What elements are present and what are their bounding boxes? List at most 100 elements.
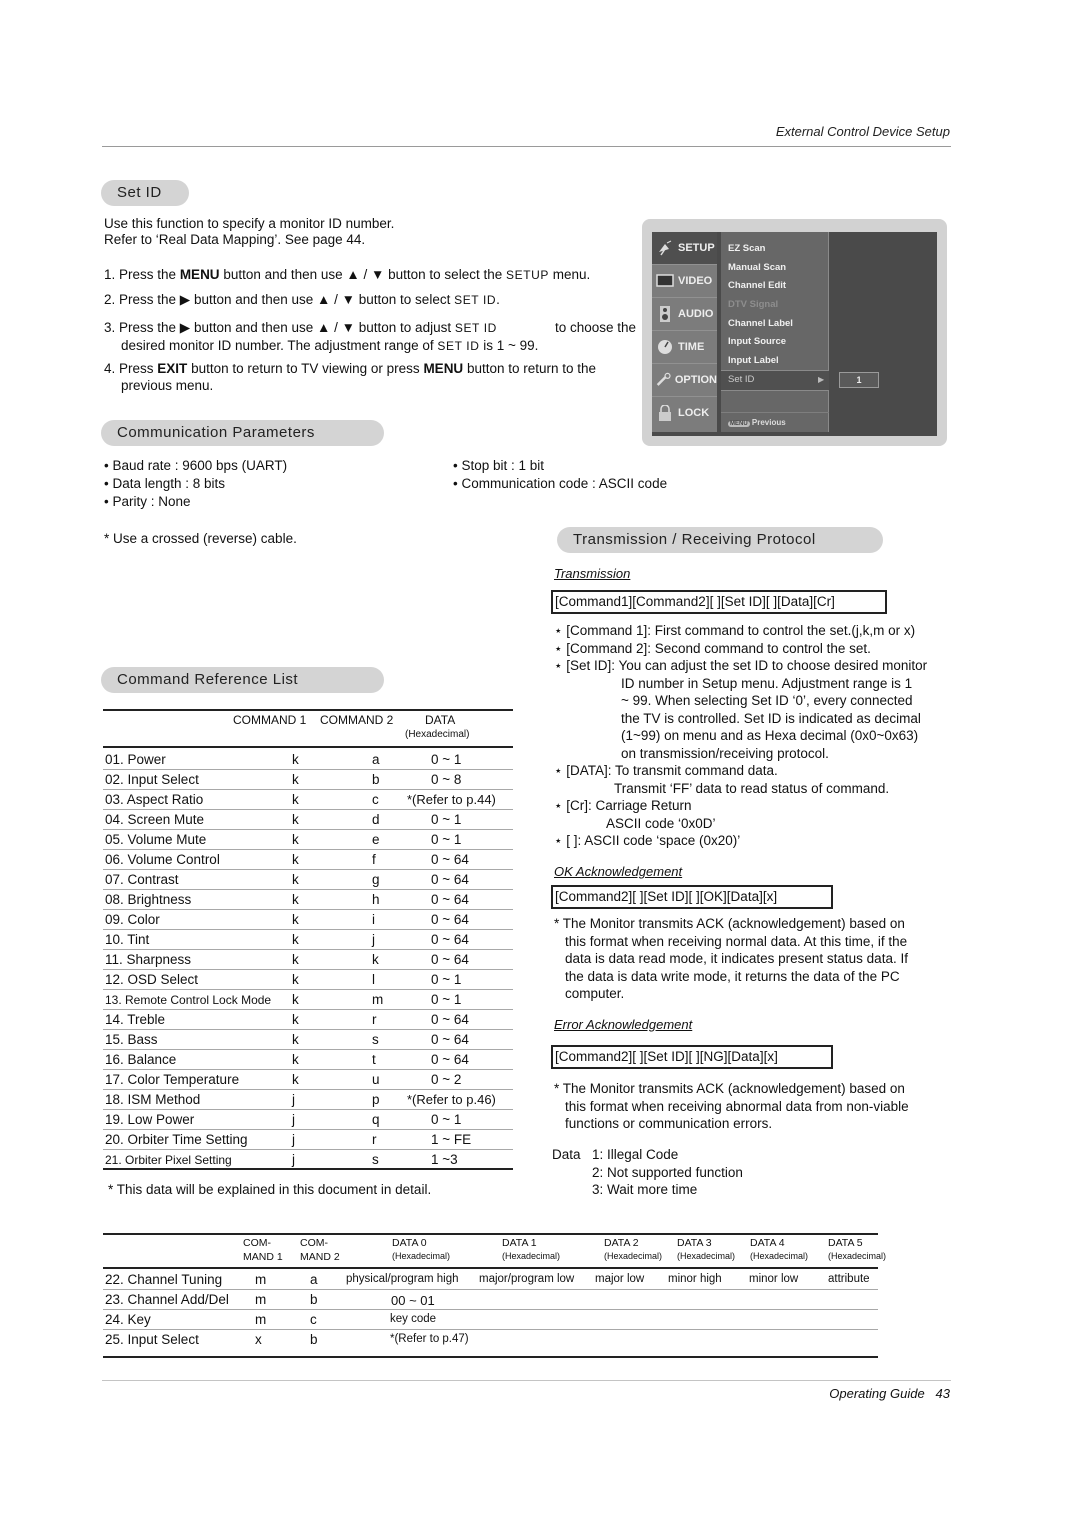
osd-tab-label: VIDEO bbox=[678, 275, 713, 287]
data-code-item: 1: Illegal Code bbox=[592, 1147, 679, 1162]
page-number: 43 bbox=[935, 1386, 950, 1401]
row-divider bbox=[103, 1289, 878, 1290]
exit-key-label: EXIT bbox=[157, 361, 188, 376]
row-divider bbox=[103, 1069, 513, 1070]
command1-value: k bbox=[292, 952, 299, 967]
ok-ack-format-box: [Command2][ ][Set ID][ ][OK][Data][x] bbox=[551, 885, 833, 909]
osd-tab-option: OPTION bbox=[652, 364, 717, 397]
function-name: 03. Aspect Ratio bbox=[105, 792, 204, 807]
step-number: 1. bbox=[104, 267, 116, 282]
note-text: To transmit command data. bbox=[614, 763, 778, 778]
data-code-item: 2: Not supported function bbox=[592, 1164, 743, 1180]
ext-function-name: 25. Input Select bbox=[105, 1332, 199, 1347]
param-stop-bit: • Stop bit : 1 bit bbox=[453, 458, 545, 473]
ok-ack-note: * The Monitor transmits ACK (acknowledge… bbox=[554, 915, 954, 1003]
command2-value: a bbox=[372, 752, 380, 767]
data-range: 0 ~ 2 bbox=[431, 1072, 462, 1087]
col-header-command1: COMMAND 1 bbox=[233, 713, 307, 727]
command2-value: q bbox=[372, 1112, 380, 1127]
note-line: ID number in Setup menu. Adjustment rang… bbox=[554, 675, 954, 693]
data-range: 0 ~ 1 bbox=[431, 832, 462, 847]
protocol-note: ⋆ [Set ID]: You can adjust the set ID to… bbox=[554, 657, 954, 762]
table-header-rule bbox=[103, 746, 513, 748]
step-text: Press the ▶ button and then use ▲ / ▼ bu… bbox=[119, 320, 455, 335]
param-data-length: • Data length : 8 bits bbox=[104, 476, 226, 491]
osd-item-channel-edit: Channel Edit bbox=[728, 280, 787, 291]
intro-line: Refer to ‘Real Data Mapping’. See page 4… bbox=[104, 232, 366, 247]
ext-cell-d0: key code bbox=[390, 1313, 437, 1325]
protocol-note: ⋆ [DATA]: To transmit command data. Trans… bbox=[554, 762, 954, 797]
command1-value: j bbox=[292, 1092, 295, 1107]
note-line: (1~99) on menu and as Hexa decimal (0x0~… bbox=[554, 727, 954, 745]
data-range: 0 ~ 8 bbox=[431, 772, 462, 787]
arrow-right-icon: ▶ bbox=[818, 375, 825, 384]
step-text: is 1 ~ 99. bbox=[479, 338, 539, 353]
note-line: functions or communication errors. bbox=[565, 1116, 773, 1131]
osd-item-channel-label: Channel Label bbox=[728, 318, 793, 329]
function-name: 21. Orbiter Pixel Setting bbox=[105, 1153, 232, 1167]
command2-value: i bbox=[372, 912, 375, 927]
comm-params-heading: Communication Parameters bbox=[101, 420, 384, 446]
data-range: 1 ~ FE bbox=[431, 1132, 472, 1147]
comm-params-left: • Baud rate : 9600 bps (UART) • Data len… bbox=[104, 457, 287, 511]
table-top-rule bbox=[103, 709, 513, 711]
row-divider bbox=[103, 1089, 513, 1090]
data-range: 0 ~ 64 bbox=[431, 932, 469, 947]
osd-item-manual-scan: Manual Scan bbox=[728, 262, 787, 273]
row-divider bbox=[103, 989, 513, 990]
function-name: 04. Screen Mute bbox=[105, 812, 205, 827]
step-text: button and then use ▲ / ▼ button to sele… bbox=[219, 267, 506, 282]
step-1: 1. Press the MENU button and then use ▲ … bbox=[104, 266, 590, 284]
ext-col-header: (Hexadecimal) bbox=[677, 1251, 736, 1261]
note-line: Transmit ‘FF’ data to read status of com… bbox=[554, 780, 954, 798]
command2-value: s bbox=[372, 1032, 379, 1047]
ext-col-header: COM- bbox=[243, 1237, 271, 1249]
data-range: 0 ~ 1 bbox=[431, 972, 462, 987]
step-3: 3. Press the ▶ button and then use ▲ / ▼… bbox=[104, 319, 636, 355]
padlock-icon bbox=[659, 405, 671, 421]
command1-value: k bbox=[292, 1052, 299, 1067]
note-text: on transmission/receiving protocol. bbox=[621, 745, 829, 761]
osd-footer: MENU Previous bbox=[728, 418, 786, 427]
note-line: * The Monitor transmits ACK (acknowledge… bbox=[554, 916, 905, 931]
command2-value: r bbox=[372, 1132, 377, 1147]
data-range: *(Refer to p.46) bbox=[407, 1092, 496, 1107]
note-key: ⋆ [Cr]: bbox=[554, 798, 596, 813]
ext-cell-c1: x bbox=[255, 1332, 262, 1347]
row-divider bbox=[103, 1029, 513, 1030]
ext-col-header: MAND 1 bbox=[243, 1251, 283, 1263]
data-range: 0 ~ 1 bbox=[431, 752, 462, 767]
row-divider bbox=[103, 769, 513, 770]
set-id-menu-name: SET ID bbox=[454, 321, 497, 335]
ext-cell-d1: major/program low bbox=[479, 1273, 575, 1285]
note-text: Carriage Return bbox=[595, 798, 692, 813]
command2-value: b bbox=[372, 772, 380, 787]
command2-value: d bbox=[372, 812, 380, 827]
step-text: to choose the bbox=[554, 320, 636, 335]
ext-cell-c2: b bbox=[310, 1292, 318, 1307]
note-line: this format when receiving normal data. … bbox=[565, 933, 908, 949]
osd-divider bbox=[721, 412, 829, 413]
osd-item-set-id: Set ID bbox=[728, 374, 755, 385]
function-name: 11. Sharpness bbox=[105, 952, 192, 967]
ok-ack-label: OK Acknowledgement bbox=[554, 864, 683, 879]
ext-table-top-rule bbox=[103, 1233, 878, 1235]
command1-value: k bbox=[292, 752, 299, 767]
osd-tab-column: SETUP VIDEO AUDIO TIME OPTION LOCK bbox=[652, 232, 717, 432]
col-header-data: DATA bbox=[425, 713, 456, 727]
data-range: 0 ~ 1 bbox=[431, 992, 462, 1007]
osd-item-input-source: Input Source bbox=[728, 336, 787, 347]
note-text: You can adjust the set ID to choose desi… bbox=[618, 658, 928, 673]
osd-menu-screenshot: SETUP VIDEO AUDIO TIME OPTION LOCK EZ Sc… bbox=[642, 219, 947, 446]
ext-col-header: DATA 0 bbox=[392, 1237, 427, 1249]
step-text: menu. bbox=[549, 267, 591, 282]
function-name: 14. Treble bbox=[105, 1012, 166, 1027]
command1-value: k bbox=[292, 912, 299, 927]
set-id-value-box: 1 bbox=[839, 372, 879, 388]
step-number: 2. bbox=[104, 292, 116, 307]
osd-item-ez-scan: EZ Scan bbox=[728, 243, 766, 254]
ext-col-header: DATA 4 bbox=[750, 1237, 785, 1249]
command2-value: e bbox=[372, 832, 380, 847]
osd-menu-panel: SETUP VIDEO AUDIO TIME OPTION LOCK EZ Sc… bbox=[652, 232, 937, 436]
menu-key-badge: MENU bbox=[728, 421, 750, 427]
